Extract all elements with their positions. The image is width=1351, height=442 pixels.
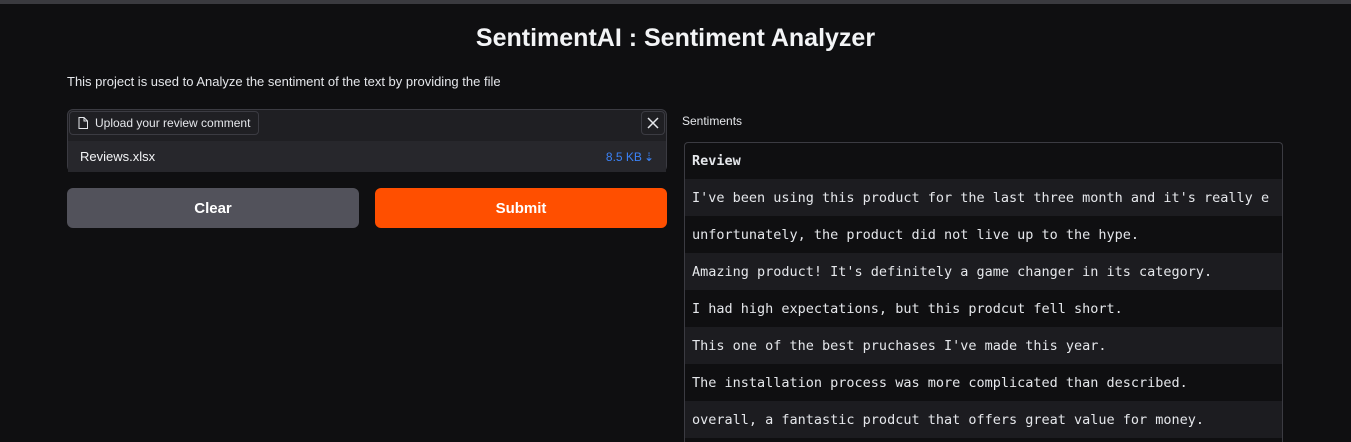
upload-label-text: Upload your review comment (95, 116, 251, 130)
file-upload-panel[interactable]: Upload your review comment Reviews.xlsx … (67, 109, 667, 172)
table-row[interactable]: I had high expectations, but this prodcu… (685, 290, 1282, 327)
app-page: SentimentAI : Sentiment Analyzer This pr… (0, 0, 1351, 442)
table-row[interactable]: The installation process was more compli… (685, 364, 1282, 401)
table-row[interactable]: Amazing product! It's definitely a game … (685, 253, 1282, 290)
file-icon (78, 117, 88, 129)
table-row[interactable]: This one of the best pruchases I've made… (685, 327, 1282, 364)
clear-button[interactable]: Clear (67, 188, 359, 228)
sentiments-table[interactable]: Review I've been using this product for … (684, 142, 1283, 442)
submit-button[interactable]: Submit (375, 188, 667, 228)
upload-label: Upload your review comment (69, 111, 260, 135)
page-description: This project is used to Analyze the sent… (67, 74, 501, 89)
table-row[interactable]: overall, a fantastic prodcut that offers… (685, 401, 1282, 438)
download-icon[interactable]: ⇣ (644, 150, 654, 164)
column-header-review[interactable]: Review (685, 143, 1282, 179)
file-name: Reviews.xlsx (80, 149, 156, 164)
close-icon (647, 117, 659, 129)
remove-file-button[interactable] (641, 111, 665, 135)
uploaded-file-row: Reviews.xlsx 8.5 KB ⇣ (68, 141, 666, 172)
page-title: SentimentAI : Sentiment Analyzer (475, 24, 876, 52)
table-row[interactable]: unfortunately, the product did not live … (685, 216, 1282, 253)
file-size[interactable]: 8.5 KB (606, 150, 642, 164)
table-row[interactable]: I've been using this product for the las… (685, 179, 1282, 216)
sentiments-label: Sentiments (682, 114, 743, 128)
file-download-link[interactable]: 8.5 KB ⇣ (606, 150, 654, 164)
